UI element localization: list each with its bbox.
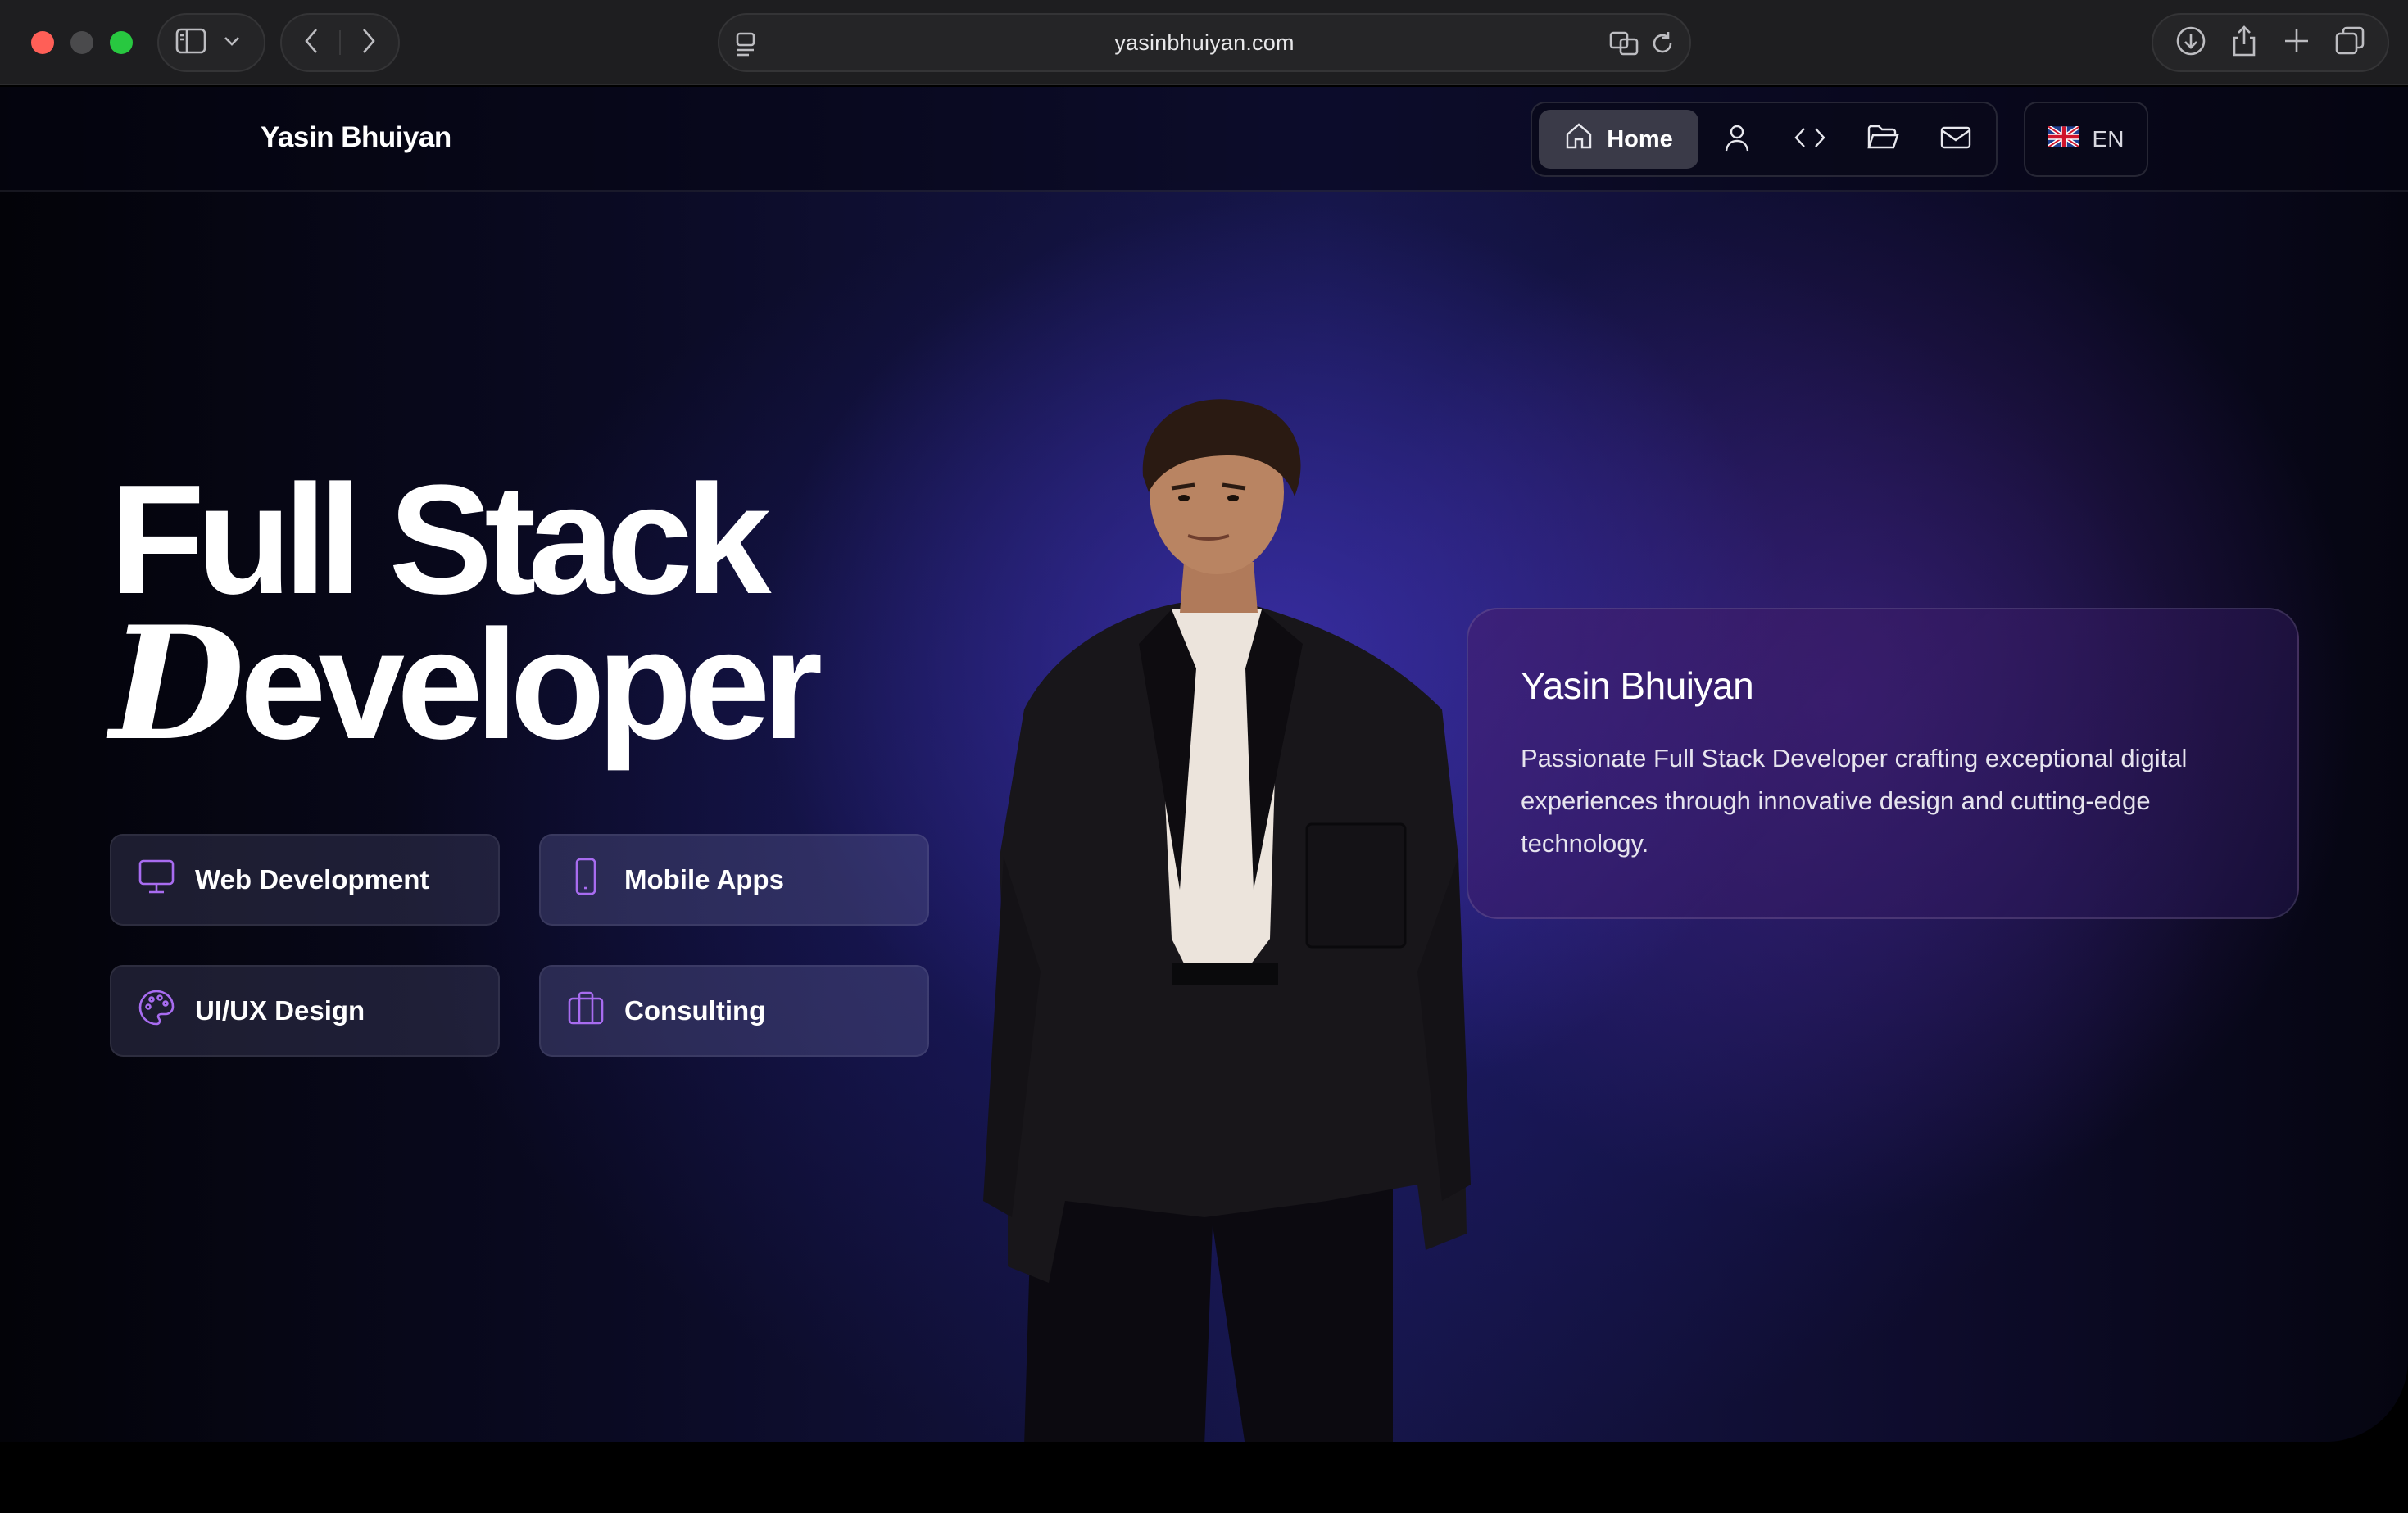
hero-title: Full Stack Developer	[110, 453, 823, 763]
nav-projects[interactable]	[1849, 110, 1917, 169]
language-label: EN	[2092, 126, 2125, 152]
service-label: UI/UX Design	[195, 995, 365, 1026]
browser-actions	[2152, 13, 2389, 72]
url-text[interactable]: yasinbhuiyan.com	[1114, 30, 1294, 56]
new-tab-icon[interactable]	[2283, 27, 2311, 59]
hero-title-italic-letter: D	[110, 592, 245, 775]
hero-title-line1: Full Stack	[110, 453, 772, 627]
forward-button[interactable]	[360, 27, 378, 59]
minimize-window-button[interactable]	[70, 31, 93, 54]
language-switcher[interactable]: EN	[2024, 102, 2148, 177]
hero-title-line2-rest: eveloper	[239, 598, 823, 772]
tab-overview-icon[interactable]	[2334, 25, 2365, 61]
briefcase-icon	[567, 990, 605, 1032]
nav-skills[interactable]	[1776, 110, 1844, 169]
browser-toolbar: yasinbhuiyan.com	[0, 0, 2408, 85]
download-icon[interactable]	[2175, 25, 2206, 61]
history-nav-group	[280, 13, 400, 72]
zoom-window-button[interactable]	[110, 31, 133, 54]
uk-flag-icon	[2047, 124, 2080, 153]
share-icon[interactable]	[2230, 25, 2258, 61]
profile-description: Passionate Full Stack Developer crafting…	[1521, 744, 2188, 858]
code-icon	[1794, 125, 1826, 154]
service-label: Web Development	[195, 864, 429, 895]
chevron-down-icon[interactable]	[223, 34, 241, 52]
service-card-web-development[interactable]: Web Development	[110, 834, 500, 926]
smartphone-icon	[567, 857, 605, 903]
address-bar[interactable]: yasinbhuiyan.com	[718, 13, 1691, 72]
sidebar-icon[interactable]	[175, 27, 206, 59]
nav-home-label: Home	[1607, 125, 1673, 152]
back-button[interactable]	[302, 27, 320, 59]
sidebar-toggle-group	[157, 13, 265, 72]
reload-icon[interactable]	[1650, 29, 1675, 61]
reader-icon[interactable]	[734, 31, 757, 61]
service-card-uiux-design[interactable]: UI/UX Design	[110, 965, 500, 1057]
profile-photo	[983, 399, 1471, 1442]
close-window-button[interactable]	[31, 31, 54, 54]
profile-card: Yasin Bhuiyan Passionate Full Stack Deve…	[1467, 608, 2299, 919]
window-controls	[31, 31, 133, 54]
hero-title-line2: Developer	[110, 606, 823, 763]
service-label: Mobile Apps	[624, 864, 784, 895]
address-actions	[1609, 29, 1675, 61]
service-card-consulting[interactable]: Consulting	[539, 965, 929, 1057]
nav-about[interactable]	[1703, 110, 1771, 169]
web-page: Yasin Bhuiyan Home EN Full Stack Develop…	[0, 87, 2408, 1442]
translate-icon[interactable]	[1609, 29, 1640, 61]
main-navigation: Home	[1531, 102, 1998, 177]
folder-icon	[1866, 124, 1899, 156]
divider	[338, 30, 341, 55]
service-label: Consulting	[624, 995, 766, 1026]
mail-icon	[1939, 125, 1972, 155]
user-icon	[1723, 123, 1751, 156]
nav-home[interactable]: Home	[1539, 110, 1699, 169]
site-brand[interactable]: Yasin Bhuiyan	[261, 121, 451, 154]
service-card-mobile-apps[interactable]: Mobile Apps	[539, 834, 929, 926]
home-icon	[1564, 121, 1594, 157]
profile-name: Yasin Bhuiyan	[1521, 664, 1754, 707]
site-header: Yasin Bhuiyan Home EN	[0, 87, 2408, 192]
monitor-icon	[138, 858, 175, 901]
palette-icon	[138, 989, 175, 1033]
nav-contact[interactable]	[1921, 110, 1989, 169]
